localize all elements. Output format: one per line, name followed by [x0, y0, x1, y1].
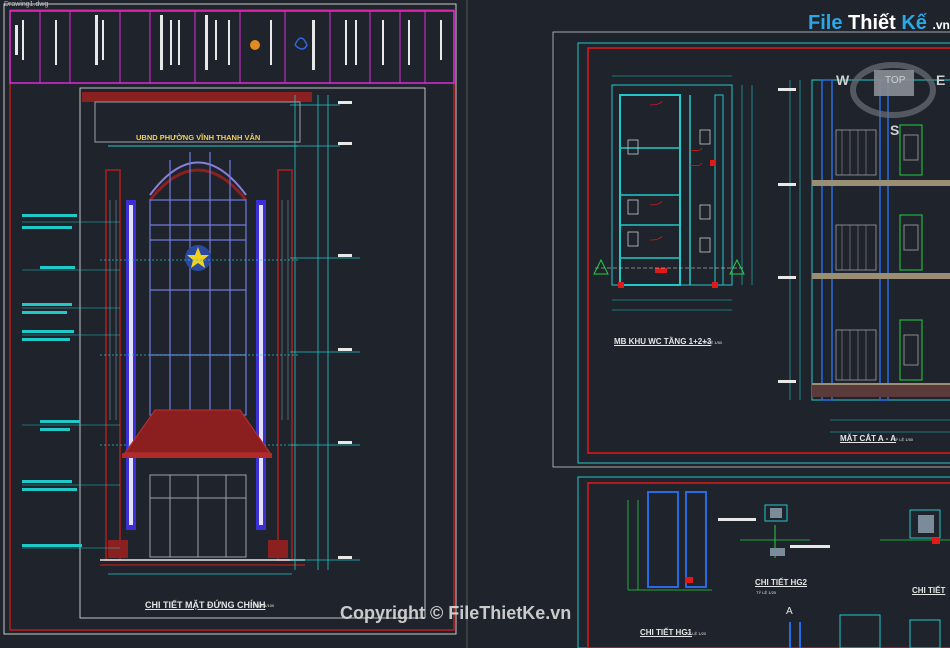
bottom-sheet-red-frame — [587, 482, 950, 648]
elevation-building — [82, 92, 312, 566]
bottom-sheet-cyan-frame — [577, 476, 950, 648]
detail-hg2 — [718, 504, 830, 558]
section-marker-label: A — [786, 606, 793, 617]
detail-right — [880, 509, 950, 544]
wc-plan-title: MB KHU WC TẦNG 1+2+3 — [614, 337, 712, 346]
detail-bottom-row — [789, 614, 941, 648]
section-title: MẶT CẮT A - A — [840, 434, 896, 443]
viewcube-south[interactable]: S — [890, 122, 899, 138]
wc-plan — [593, 75, 753, 311]
title-block — [9, 10, 455, 84]
title-block-logo-mark — [250, 40, 260, 50]
detail-hg2-scale: TỶ LỆ 1/20 — [756, 590, 777, 595]
watermark-logo-file: File — [808, 12, 843, 34]
signature-mark — [294, 37, 308, 50]
section-a-a — [778, 79, 950, 433]
watermark-logo-ke: Kế — [901, 12, 927, 34]
elevation-dimensions — [108, 95, 360, 575]
viewcube-west[interactable]: W — [836, 72, 849, 88]
copyright-watermark: Copyright © FileThietKe.vn — [340, 603, 572, 623]
detail-right-title: CHI TIẾT — [912, 586, 946, 595]
watermark-logo-thiet: Thiết — [848, 12, 896, 34]
detail-hg1-scale: TỶ LỆ 1/20 — [686, 631, 707, 636]
left-sheet-red-frame — [9, 9, 455, 631]
level-texts — [338, 101, 352, 559]
viewcube[interactable]: TOP W E S — [836, 60, 945, 138]
detail-hg1-title: CHI TIẾT HG1 — [640, 628, 693, 637]
cad-canvas[interactable] — [0, 0, 950, 648]
viewcube-ring — [850, 62, 936, 118]
wc-plan-scale: TỶ LỆ 1/50 — [702, 340, 723, 345]
watermark-logo: File Thiết Kế .vn — [808, 12, 950, 35]
building-header-text: UBND PHƯỜNG VĨNH THANH VÂN — [136, 133, 261, 142]
detail-hg1 — [627, 491, 712, 591]
watermark-logo-vn: .vn — [932, 18, 950, 32]
title-block-text-marks — [15, 15, 442, 70]
section-scale: TỶ LỆ 1/50 — [893, 437, 914, 442]
viewcube-top-face[interactable]: TOP — [885, 75, 905, 86]
elevation-title: CHI TIẾT MẶT ĐỨNG CHÍNH — [145, 600, 266, 610]
viewcube-east[interactable]: E — [936, 72, 945, 88]
annotation-texts — [22, 214, 82, 547]
elevation-scale: TỶ LỆ 1/100 — [252, 603, 275, 608]
detail-hg2-title: CHI TIẾT HG2 — [755, 578, 808, 587]
